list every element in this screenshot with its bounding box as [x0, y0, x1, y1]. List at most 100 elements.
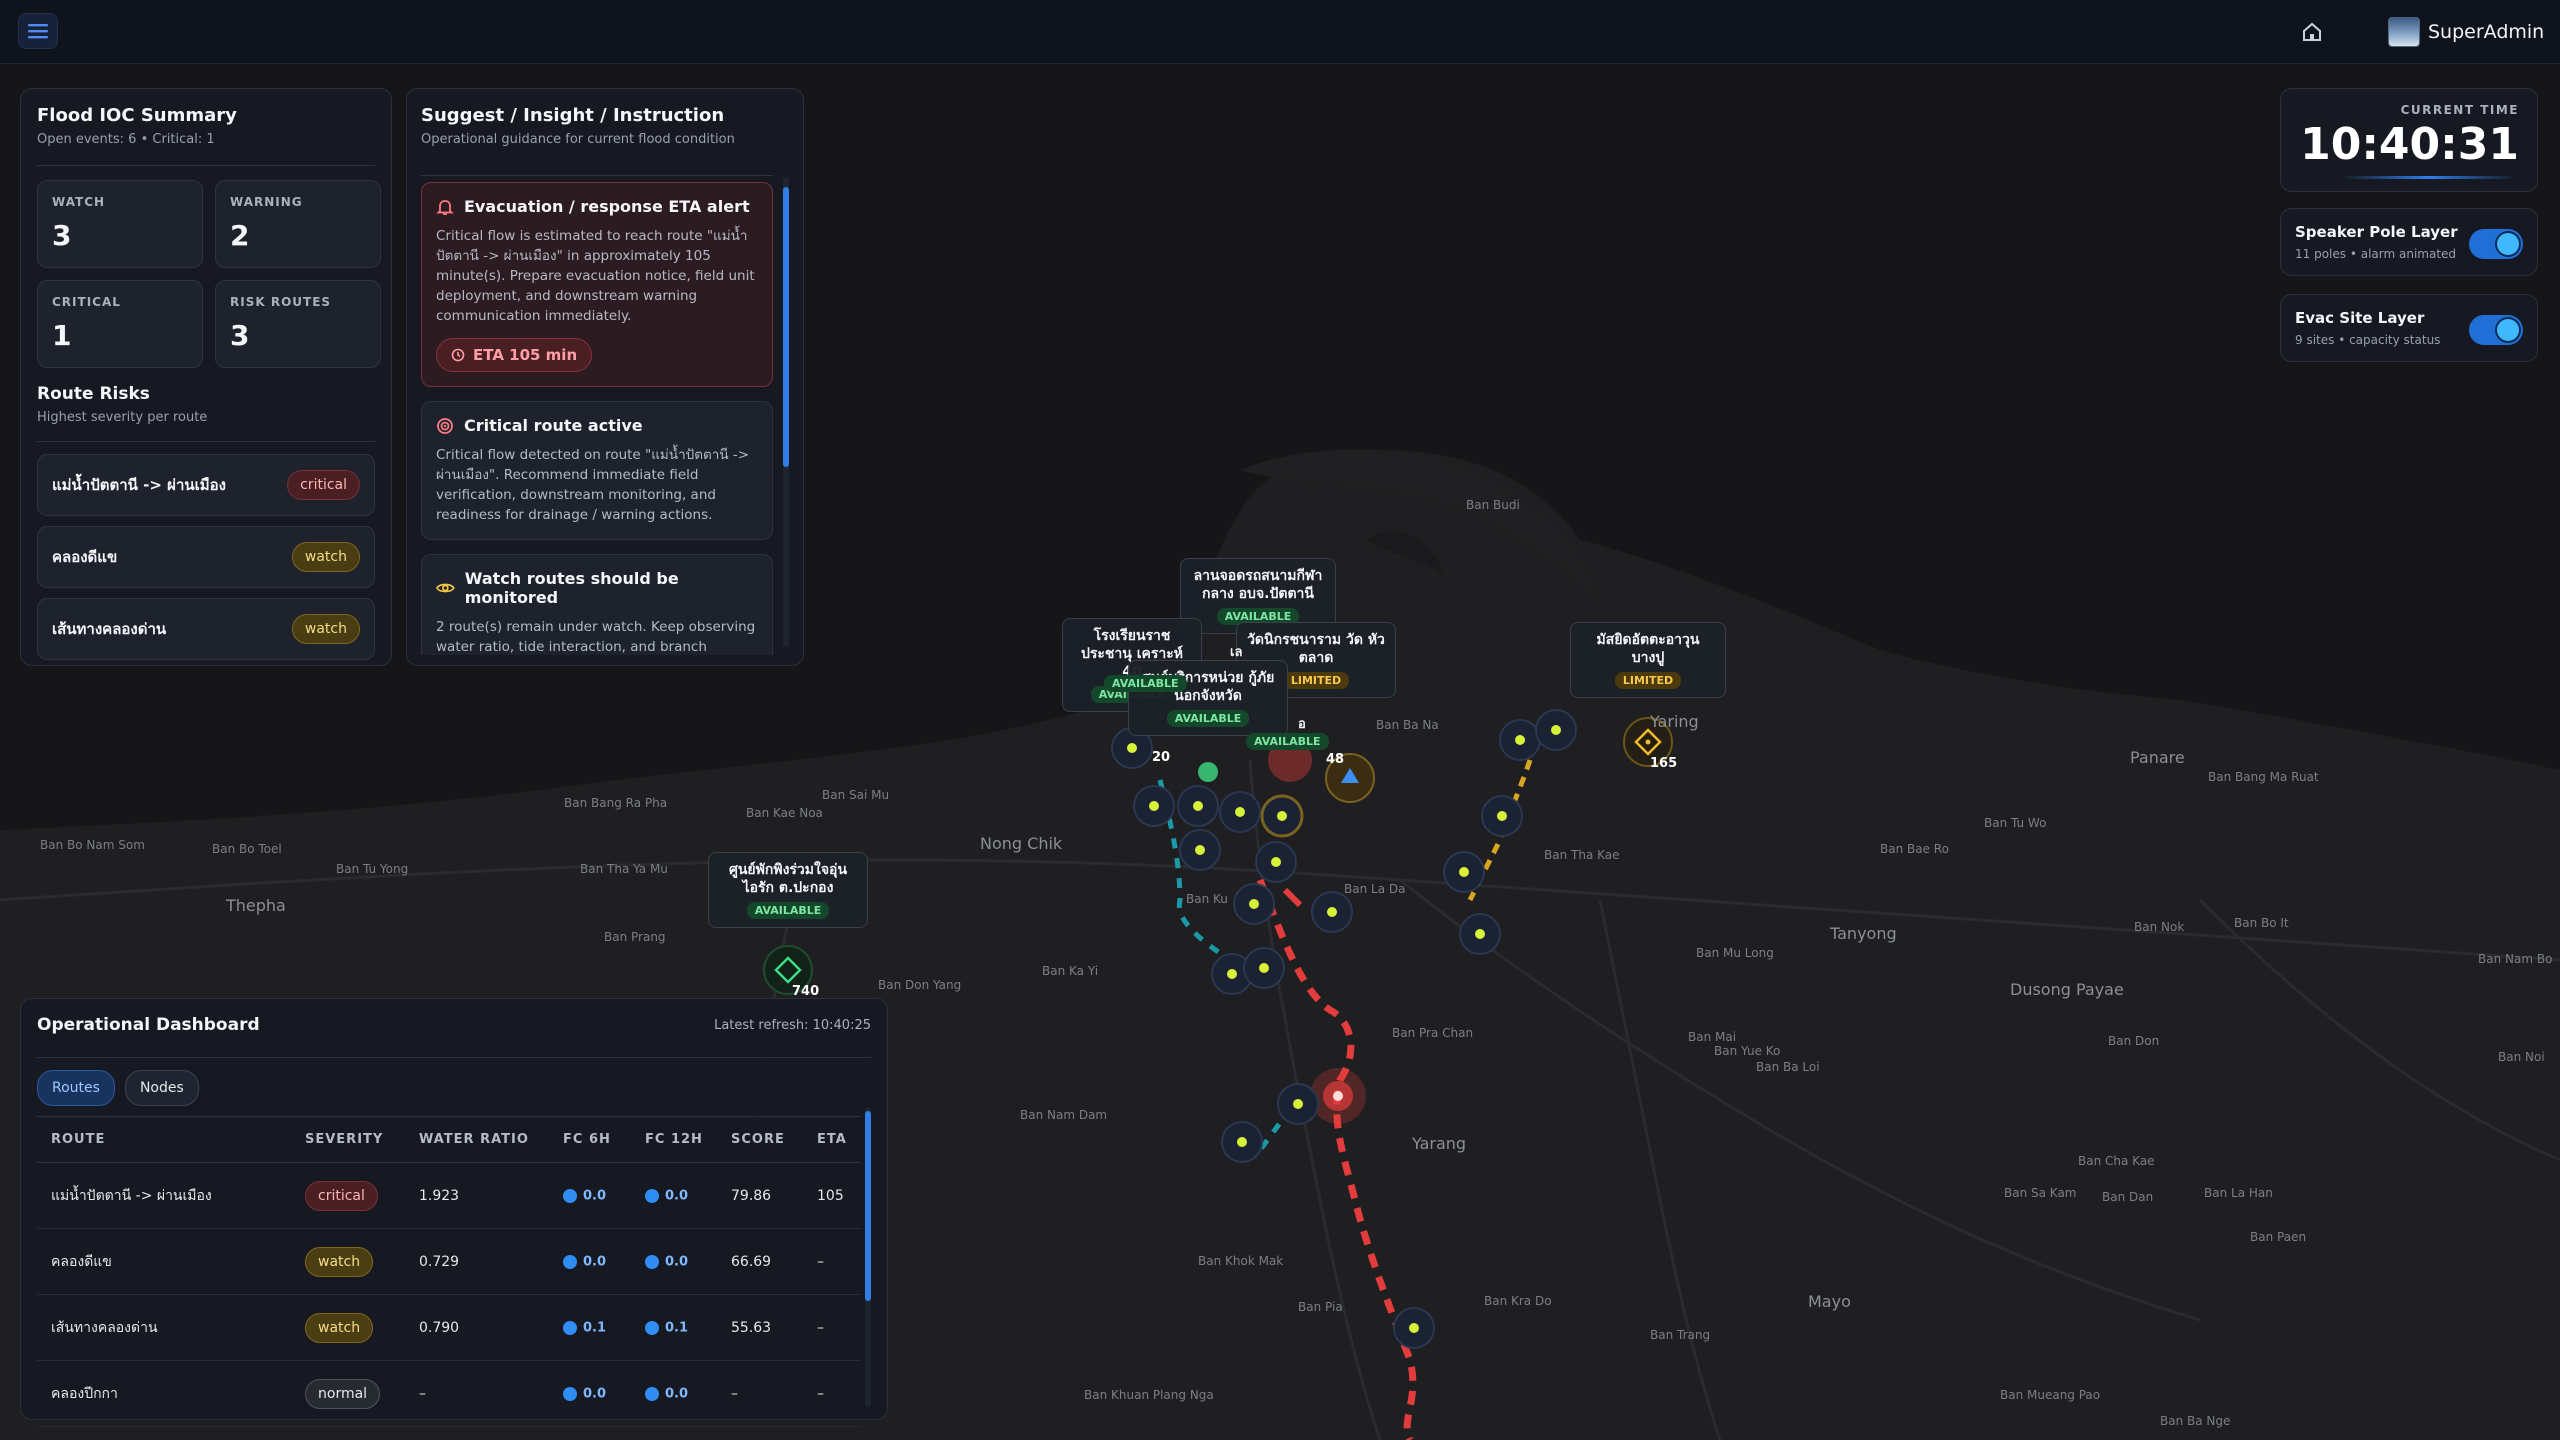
fc6h-value: 0.1	[583, 1320, 607, 1335]
stat-value: 3	[230, 319, 250, 352]
speaker-pole[interactable]	[1243, 947, 1285, 989]
forecast-dot-icon	[563, 1188, 577, 1203]
user-menu[interactable]: SuperAdmin	[2388, 16, 2544, 48]
table-row[interactable]: คลองปีกกา normal –0.0 0.0– –	[37, 1360, 861, 1427]
stat-warning: WARNING 2	[215, 180, 381, 268]
map-place-label: Ban Bang Ra Pha	[564, 796, 668, 810]
col-water-ratio[interactable]: WATER RATIO	[405, 1116, 549, 1163]
evac-site-card[interactable]: ศูนย์บริการหน่วย กู้ภัยนอกจังหวัด AVAILAB…	[1128, 660, 1288, 736]
map-place-label: Ban La Han	[2204, 1186, 2273, 1200]
route-risk-item[interactable]: แม่น้ำปัตตานี -> ผ่านเมือง critical	[37, 454, 375, 516]
scroll-thumb[interactable]	[783, 187, 789, 467]
map-place-label: Tanyong	[1830, 924, 1897, 943]
col-score[interactable]: SCORE	[717, 1116, 803, 1163]
cell-fc6h: 0.0	[549, 1162, 631, 1229]
evac-site-layer-toggle[interactable]	[2469, 315, 2523, 345]
stat-grid: WATCH 3 WARNING 2 CRITICAL 1 RISK ROUTES 3	[37, 165, 381, 368]
home-button[interactable]	[2296, 16, 2328, 48]
eta-pill: ETA 105 min	[436, 338, 593, 372]
time-value: 10:40:31	[2300, 119, 2519, 170]
map-place-label: Ban Trang	[1650, 1328, 1711, 1342]
map-place-label: Ban Bang Ma Ruat	[2208, 770, 2319, 784]
cluster-count: 165	[1650, 756, 1678, 771]
col-fc6h[interactable]: FC 6H	[549, 1116, 631, 1163]
map-place-label: Ban Tu Yong	[336, 862, 409, 876]
map-place-label: Ban Dan	[2102, 1190, 2154, 1204]
tab-nodes[interactable]: Nodes	[124, 1070, 199, 1106]
map-place-label: Ban Noi	[2498, 1050, 2545, 1064]
cell-fc6h: 0.0	[549, 1360, 631, 1427]
cell-eta: 105	[803, 1162, 861, 1229]
severity-badge: watch	[291, 614, 360, 644]
speaker-pole[interactable]	[1233, 883, 1275, 925]
map-place-label: Ban Budi	[1466, 498, 1520, 512]
suggest-card-critical-route[interactable]: Critical route active Critical flow dete…	[421, 401, 773, 540]
eta-text: ETA 105 min	[473, 346, 578, 364]
speaker-pole[interactable]	[1177, 785, 1219, 827]
cell-score: 79.86	[717, 1162, 803, 1229]
speaker-pole[interactable]	[1133, 785, 1175, 827]
table-row[interactable]: แม่น้ำปัตตานี -> ผ่านเมือง critical 1.923 0…	[37, 1162, 861, 1229]
cell-water-ratio: –	[405, 1360, 549, 1427]
stat-label: RISK ROUTES	[230, 295, 332, 309]
suggest-card-list[interactable]: Evacuation / response ETA alert Critical…	[421, 175, 773, 655]
speaker-pole[interactable]	[1459, 913, 1501, 955]
route-risks-title: Route Risks	[37, 384, 150, 404]
table-row[interactable]: คลองดีแข watch 0.729 0.0 0.0 66.69–	[37, 1228, 861, 1295]
map-place-label: Ban Ka Yi	[1042, 964, 1099, 978]
scroll-thumb[interactable]	[865, 1111, 871, 1301]
suggest-card-eta-alert[interactable]: Evacuation / response ETA alert Critical…	[421, 182, 773, 387]
map-place-label: Ban Mai	[1688, 1030, 1737, 1044]
fc6h-value: 0.0	[583, 1254, 607, 1269]
forecast-dot-icon	[645, 1188, 659, 1203]
evac-site-card[interactable]: ศูนย์พักพิงร่วมใจอุ่น ไอรัก ต.ปะกอง AVAIL…	[708, 852, 868, 928]
suggest-card-watch-routes[interactable]: Watch routes should be monitored 2 route…	[421, 554, 773, 655]
speaker-pole[interactable]	[1219, 791, 1261, 833]
speaker-pole[interactable]	[1179, 829, 1221, 871]
card-title: Critical route active	[464, 416, 643, 435]
col-severity[interactable]: SEVERITY	[291, 1116, 405, 1163]
col-route[interactable]: ROUTE	[37, 1116, 291, 1163]
tab-routes[interactable]: Routes	[37, 1070, 115, 1106]
evac-site-marker[interactable]	[1198, 762, 1218, 782]
cell-fc12h: 0.0	[631, 1360, 717, 1427]
map-place-label: Ban Bo Nam Som	[40, 838, 145, 852]
stat-label: WATCH	[52, 195, 106, 209]
cell-severity: normal	[291, 1360, 405, 1427]
col-fc12h[interactable]: FC 12H	[631, 1116, 717, 1163]
severity-badge: critical	[287, 470, 360, 500]
suggest-scrollbar[interactable]	[783, 177, 789, 647]
speaker-pole[interactable]	[1311, 891, 1353, 933]
speaker-pole-layer-toggle[interactable]	[2469, 229, 2523, 259]
summary-title: Flood IOC Summary	[37, 105, 237, 126]
speaker-pole[interactable]	[1393, 1307, 1435, 1349]
col-eta[interactable]: ETA	[803, 1116, 861, 1163]
route-name: คลองดีแข	[52, 548, 118, 566]
speaker-pole[interactable]	[1443, 851, 1485, 893]
speaker-pole[interactable]	[1535, 709, 1577, 751]
fc6h-value: 0.0	[583, 1188, 607, 1203]
evac-site-card[interactable]: มัสยิดอัตตะอาวุน บางปู LIMITED	[1570, 622, 1726, 698]
speaker-pole[interactable]	[1499, 719, 1541, 761]
cell-fc6h: 0.1	[549, 1294, 631, 1361]
fc12h-value: 0.0	[665, 1386, 689, 1401]
speaker-pole[interactable]	[1277, 1083, 1319, 1125]
speaker-pole[interactable]	[1260, 794, 1304, 838]
speaker-pole[interactable]	[1255, 841, 1297, 883]
forecast-dot-icon	[563, 1386, 577, 1401]
cell-route: เส้นทางคลองด่าน	[37, 1294, 291, 1361]
speaker-pole-layer-card: Speaker Pole Layer 11 poles • alarm anim…	[2280, 208, 2538, 276]
top-bar: SuperAdmin	[0, 0, 2560, 64]
route-risk-item[interactable]: เส้นทางคลองด่าน watch	[37, 598, 375, 660]
table-row[interactable]: เส้นทางคลองด่าน watch 0.790 0.1 0.1 55.63–	[37, 1294, 861, 1361]
speaker-pole[interactable]	[1481, 795, 1523, 837]
dashboard-scrollbar[interactable]	[865, 1107, 871, 1407]
map-place-label: Panare	[2130, 748, 2185, 767]
routes-table-body: แม่น้ำปัตตานี -> ผ่านเมือง critical 1.923 0…	[37, 1162, 861, 1427]
stat-value: 2	[230, 219, 250, 252]
menu-button[interactable]	[18, 13, 58, 49]
map-place-label: Ban Sai Mu	[822, 788, 890, 802]
cluster-count: 740	[792, 984, 820, 999]
speaker-pole[interactable]	[1221, 1121, 1263, 1163]
route-risk-item[interactable]: คลองดีแข watch	[37, 526, 375, 588]
